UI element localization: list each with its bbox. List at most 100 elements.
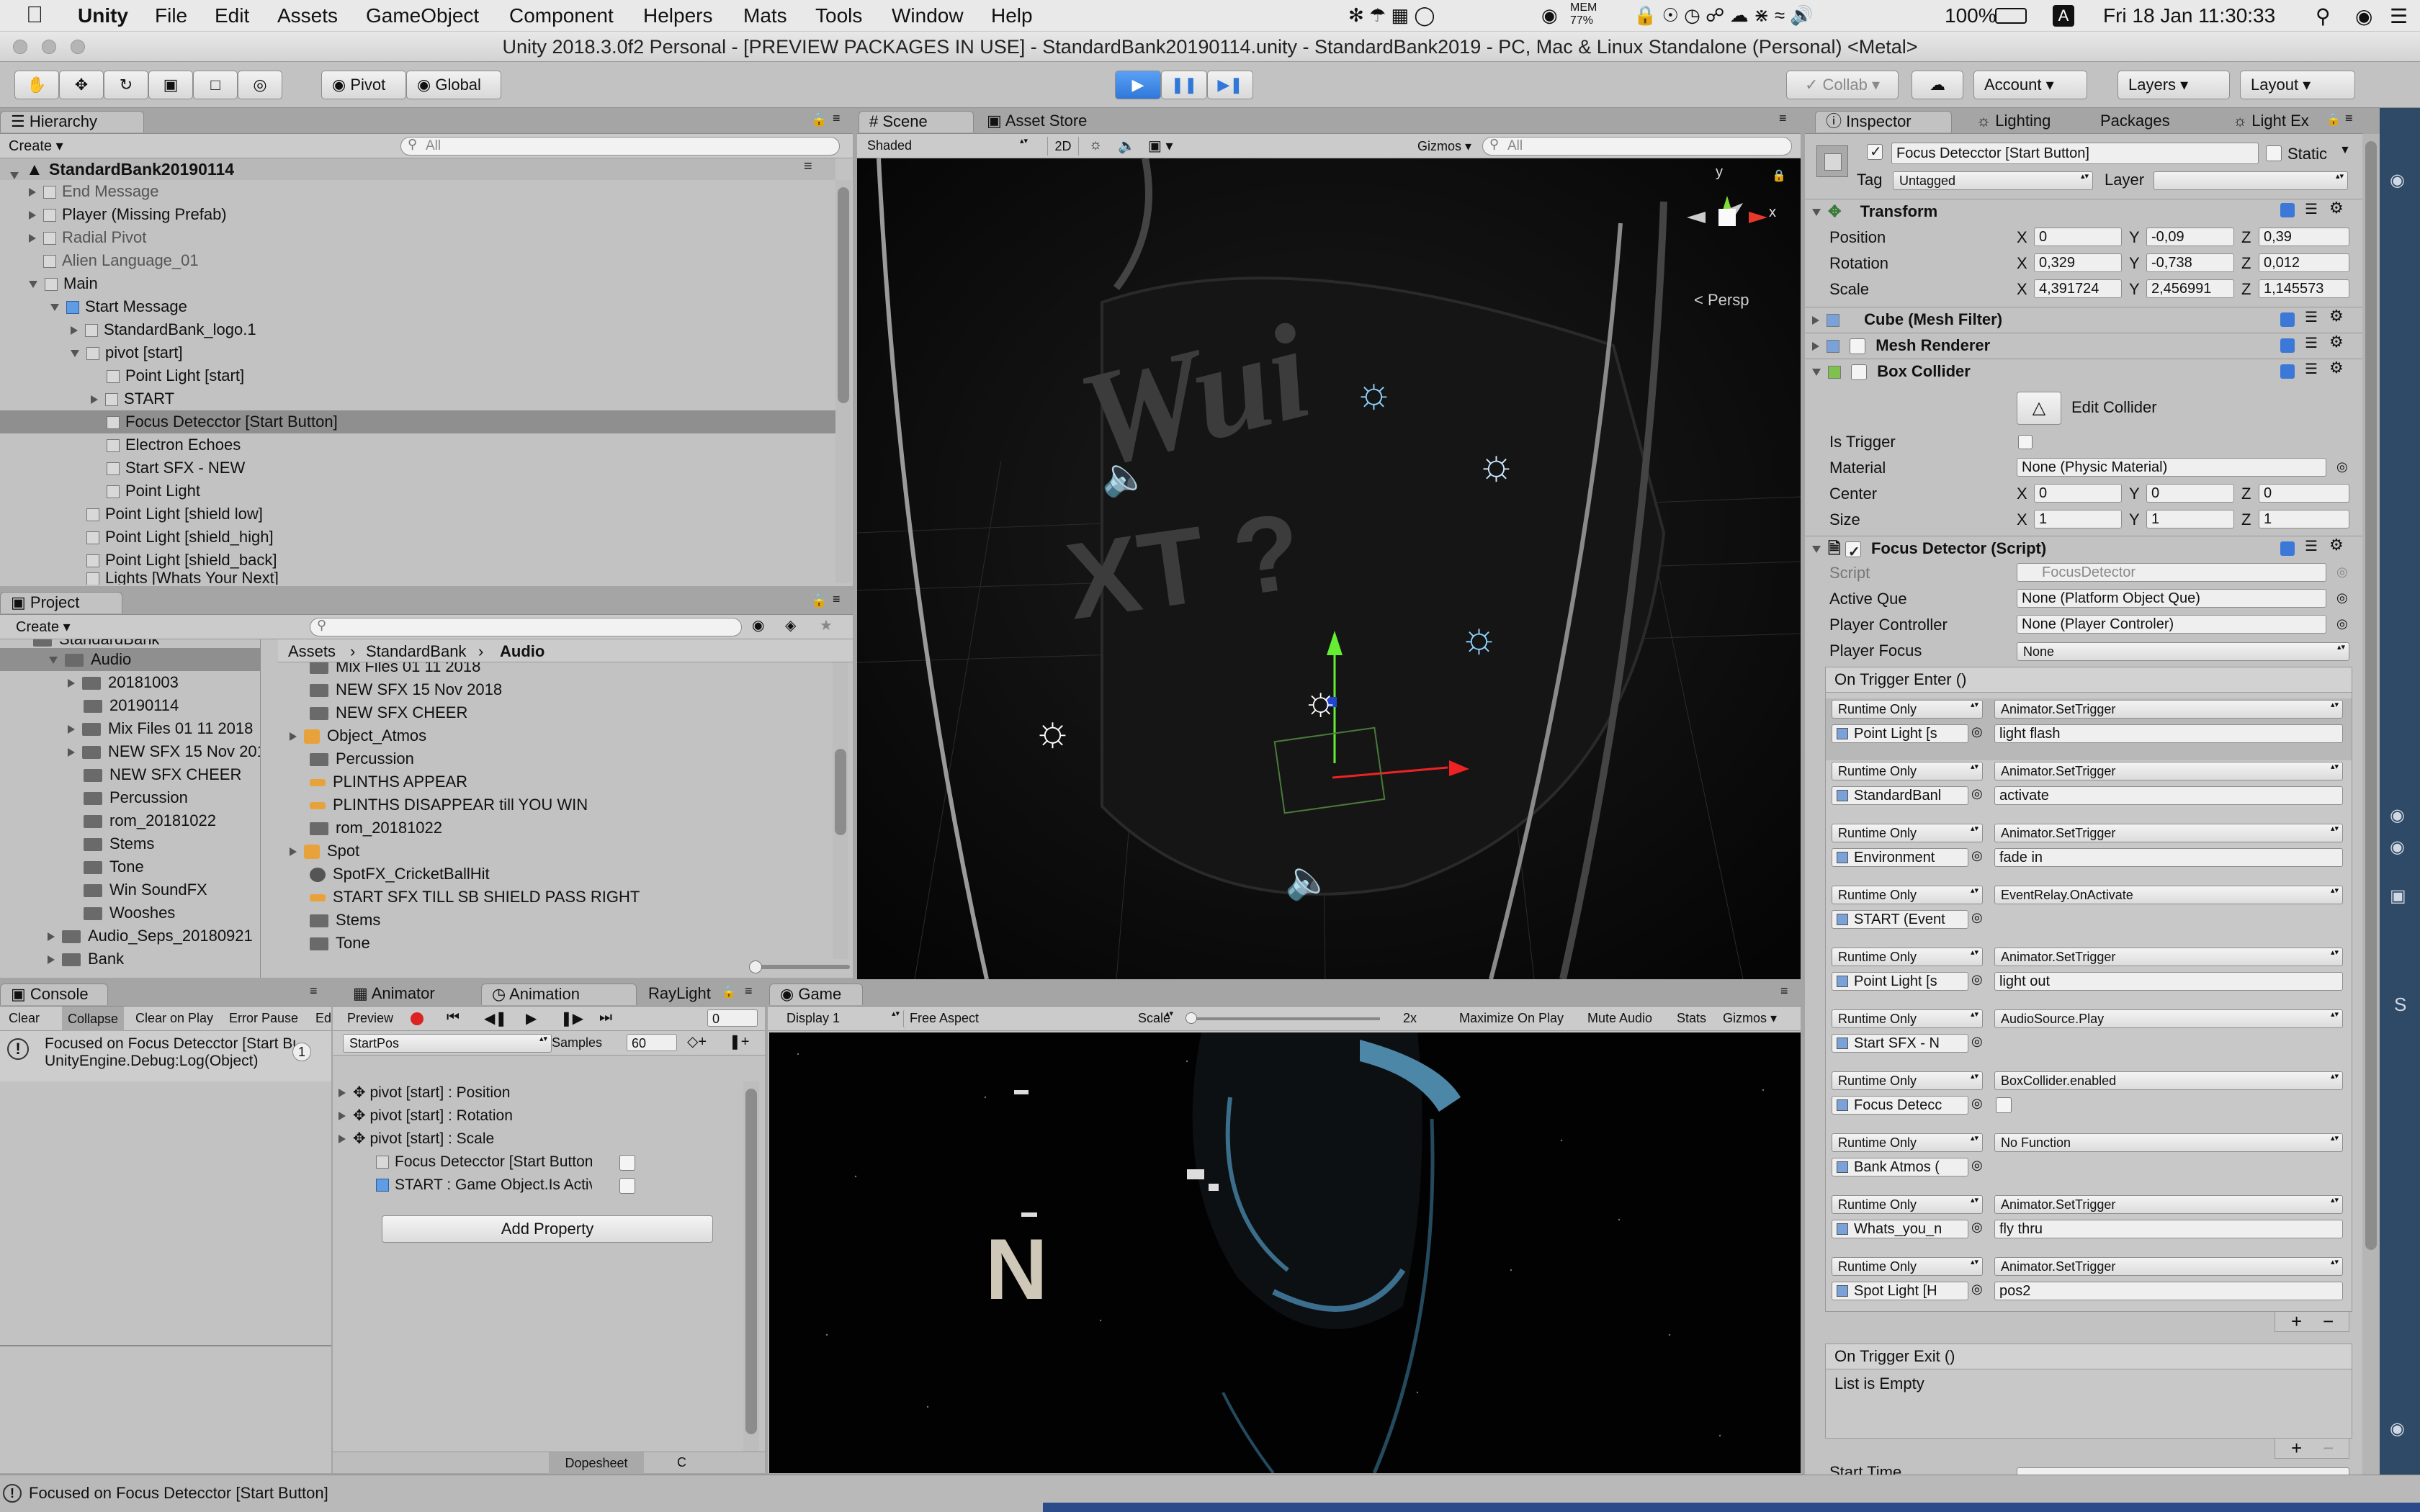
- help-icon[interactable]: [2280, 312, 2295, 327]
- light-gizmo-icon[interactable]: ☼: [1459, 612, 1499, 662]
- gear-icon[interactable]: ⚙: [2329, 307, 2344, 325]
- event-function-dropdown[interactable]: Animator.SetTrigger: [1994, 762, 2343, 780]
- event-function-dropdown[interactable]: Animator.SetTrigger: [1994, 948, 2343, 966]
- menu-gameobject[interactable]: GameObject: [366, 4, 479, 27]
- scrollbar-thumb[interactable]: [838, 187, 849, 403]
- position-x-field[interactable]: 0: [2034, 228, 2122, 246]
- menu-edit[interactable]: Edit: [215, 4, 249, 27]
- hierarchy-row[interactable]: End Message: [29, 180, 159, 203]
- 2d-toggle[interactable]: 2D: [1047, 137, 1079, 156]
- hierarchy-scrollbar[interactable]: [835, 180, 851, 583]
- event-function-dropdown[interactable]: Animator.SetTrigger: [1994, 824, 2343, 842]
- object-picker-icon[interactable]: ◎: [1971, 786, 1983, 801]
- center-y-field[interactable]: 0: [2146, 484, 2234, 503]
- file-item[interactable]: Tone: [310, 932, 370, 955]
- zoom-window-button[interactable]: [71, 40, 85, 54]
- menu-app-name[interactable]: Unity: [78, 4, 128, 27]
- hierarchy-row[interactable]: Player (Missing Prefab): [29, 203, 227, 226]
- layer-dropdown[interactable]: [2154, 171, 2348, 190]
- menu-mats[interactable]: Mats: [743, 4, 787, 27]
- event-target-field[interactable]: Point Light [s: [1832, 972, 1968, 991]
- scale-tool-button[interactable]: ▣: [148, 71, 193, 99]
- scrollbar-thumb[interactable]: [835, 749, 846, 835]
- runtime-mode-dropdown[interactable]: Runtime Only: [1832, 824, 1983, 842]
- add-event-icon[interactable]: ❚+: [729, 1032, 749, 1050]
- input-source-icon[interactable]: A: [2053, 5, 2074, 27]
- tab-packages[interactable]: Packages: [2090, 111, 2191, 132]
- favorite-star-icon[interactable]: ★: [820, 616, 833, 634]
- frame-field[interactable]: 0: [707, 1009, 758, 1027]
- event-argument-field[interactable]: light out: [1994, 972, 2343, 991]
- remove-event-button[interactable]: −: [2323, 1437, 2334, 1459]
- help-icon[interactable]: [2280, 338, 2295, 353]
- object-picker-icon[interactable]: ◎: [1971, 1158, 1983, 1173]
- rect-tool-button[interactable]: □: [193, 71, 238, 99]
- file-item[interactable]: Mix Files 01 11 2018: [310, 662, 480, 678]
- menu-tools[interactable]: Tools: [815, 4, 862, 27]
- runtime-mode-dropdown[interactable]: Runtime Only: [1832, 1195, 1983, 1214]
- event-argument-field[interactable]: fly thru: [1994, 1220, 2343, 1238]
- filter-label-icon[interactable]: ◈: [785, 616, 796, 634]
- event-function-dropdown[interactable]: Animator.SetTrigger: [1994, 700, 2343, 719]
- panel-menu-icon[interactable]: ≡: [833, 111, 841, 126]
- tab-animator[interactable]: ▦ Animator: [343, 984, 480, 1005]
- icon-size-slider[interactable]: [749, 960, 850, 973]
- desktop-icon[interactable]: ◉: [2390, 805, 2405, 826]
- hierarchy-search-input[interactable]: All: [400, 137, 840, 156]
- anim-property-row[interactable]: ✥ pivot [start] : Rotation: [339, 1104, 513, 1128]
- hierarchy-row[interactable]: Main: [29, 272, 98, 295]
- file-item[interactable]: NEW SFX 15 Nov 2018: [310, 678, 502, 701]
- scene-root-row[interactable]: ▲ StandardBank20190114 ≡: [0, 158, 835, 180]
- event-target-field[interactable]: START (Event: [1832, 910, 1968, 929]
- memory-icon[interactable]: ◉: [1541, 4, 1558, 27]
- mesh-filter-header[interactable]: Cube (Mesh Filter): [1805, 307, 2362, 331]
- object-picker-icon[interactable]: ◎: [1971, 1220, 1983, 1235]
- gear-icon[interactable]: ⚙: [2329, 359, 2344, 377]
- focus-detector-script-header[interactable]: 🗎 Focus Detector (Script): [1805, 536, 2362, 564]
- scrollbar-thumb[interactable]: [2365, 141, 2377, 1250]
- filter-type-icon[interactable]: ◉: [752, 616, 764, 634]
- anim-property-checkbox[interactable]: [619, 1178, 635, 1194]
- preset-icon[interactable]: ☰: [2305, 308, 2318, 326]
- aspect-dropdown[interactable]: Free Aspect: [903, 1009, 1177, 1028]
- global-toggle[interactable]: ◉ Global: [406, 71, 501, 99]
- add-property-button[interactable]: Add Property: [382, 1215, 713, 1243]
- object-picker-icon[interactable]: ◎: [1971, 848, 1983, 863]
- mute-audio-toggle[interactable]: Mute Audio: [1587, 1011, 1652, 1026]
- add-keyframe-icon[interactable]: ◇+: [687, 1032, 707, 1050]
- tab-console[interactable]: ▣ Console: [0, 984, 108, 1005]
- add-event-button[interactable]: +: [2291, 1310, 2302, 1333]
- maximize-on-play-toggle[interactable]: Maximize On Play: [1459, 1011, 1564, 1026]
- anim-property-row[interactable]: Focus Detecctor [Start Button]: [376, 1151, 592, 1174]
- scene-orientation-gizmo[interactable]: y x: [1677, 164, 1778, 268]
- panel-menu-icon[interactable]: ≡: [833, 592, 841, 607]
- system-tray-icons[interactable]: 🔒 ☉ ◷ ☍ ☁ ⋇ ≈ 🔊: [1634, 4, 1814, 27]
- script-enabled-checkbox[interactable]: [1845, 540, 1861, 564]
- position-z-field[interactable]: 0,39: [2259, 228, 2349, 246]
- object-picker-icon[interactable]: ◎: [1971, 1034, 1983, 1049]
- play-animation-button[interactable]: ▶: [526, 1009, 537, 1027]
- event-function-dropdown[interactable]: Animator.SetTrigger: [1994, 1257, 2343, 1276]
- desktop-icon[interactable]: ◉: [2390, 170, 2405, 191]
- add-event-button[interactable]: +: [2291, 1437, 2302, 1459]
- scene-gizmos-dropdown[interactable]: Gizmos ▾: [1417, 137, 1471, 156]
- event-function-dropdown[interactable]: BoxCollider.enabled: [1994, 1071, 2343, 1090]
- collab-dropdown[interactable]: ✓ Collab ▾: [1786, 71, 1899, 99]
- menu-helpers[interactable]: Helpers: [643, 4, 712, 27]
- event-function-dropdown[interactable]: AudioSource.Play: [1994, 1009, 2343, 1028]
- samples-field[interactable]: 60: [627, 1034, 677, 1051]
- runtime-mode-dropdown[interactable]: Runtime Only: [1832, 700, 1983, 719]
- hierarchy-row[interactable]: Lights [Whats Your Next]: [86, 569, 279, 585]
- battery-percent[interactable]: 100%: [1945, 4, 1996, 27]
- tab-hierarchy[interactable]: ☰ Hierarchy: [0, 111, 144, 132]
- hierarchy-row[interactable]: pivot [start]: [71, 341, 183, 364]
- apple-icon[interactable]: : [26, 1, 43, 28]
- player-focus-dropdown[interactable]: None: [2017, 642, 2349, 661]
- menu-window[interactable]: Window: [892, 4, 964, 27]
- files-scrollbar[interactable]: [833, 662, 848, 959]
- menu-file[interactable]: File: [155, 4, 187, 27]
- console-clear-button[interactable]: Clear: [9, 1011, 40, 1026]
- rotation-x-field[interactable]: 0,329: [2034, 253, 2122, 272]
- desktop-icon[interactable]: ◉: [2390, 1418, 2405, 1439]
- tree-item[interactable]: NEW SFX 15 Nov 2018: [68, 740, 260, 763]
